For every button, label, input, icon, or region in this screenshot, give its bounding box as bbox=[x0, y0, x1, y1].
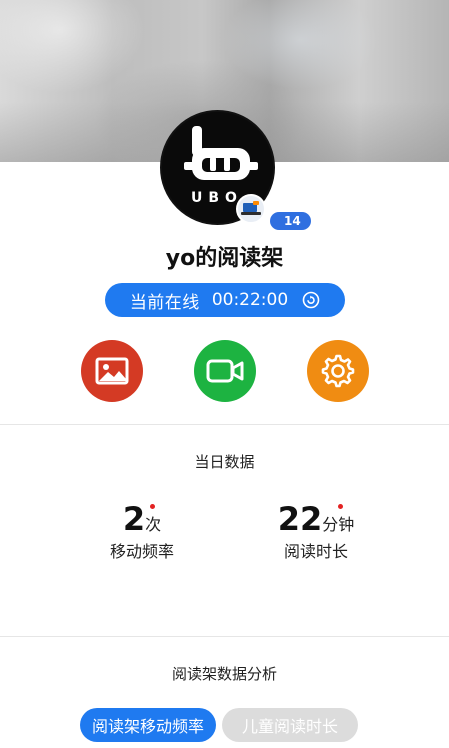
online-status-label: 当前在线 bbox=[129, 292, 200, 313]
daily-data-title: 当日数据 bbox=[194, 453, 255, 471]
gear-icon bbox=[321, 354, 355, 388]
reading-time-label: 阅读时长 bbox=[283, 542, 348, 561]
level-badge: 14 bbox=[270, 212, 311, 230]
image-icon bbox=[95, 357, 129, 385]
settings-button[interactable] bbox=[307, 340, 369, 402]
indicator-dot bbox=[149, 504, 155, 509]
divider bbox=[0, 636, 449, 637]
move-frequency-unit: 次 bbox=[145, 515, 162, 534]
reading-time-unit: 分钟 bbox=[322, 515, 355, 534]
shelf-name: yo的阅读架 bbox=[165, 246, 284, 271]
refresh-icon[interactable] bbox=[302, 291, 320, 309]
gallery-button[interactable] bbox=[81, 340, 143, 402]
tab-reading-time[interactable]: 儿童阅读时长 bbox=[222, 708, 358, 742]
move-frequency-stat: 2次 移动频率 bbox=[72, 500, 212, 562]
indicator-dot bbox=[337, 504, 343, 509]
move-frequency-label: 移动频率 bbox=[109, 542, 174, 561]
analysis-title: 阅读架数据分析 bbox=[171, 665, 277, 683]
divider bbox=[0, 424, 449, 425]
avatar-logo-text: UBO bbox=[191, 190, 243, 206]
video-button[interactable] bbox=[194, 340, 256, 402]
reading-time-value: 22 bbox=[277, 500, 323, 538]
analysis-tabs: 阅读架移动频率 儿童阅读时长 bbox=[0, 708, 449, 742]
online-time: 00:22:00 bbox=[211, 290, 289, 310]
profile-page: UBO 14 yo的阅读架 当前在线 00:22:00 当日数据 2次 移动频率… bbox=[0, 0, 449, 748]
reading-time-stat: 22分钟 阅读时长 bbox=[246, 500, 386, 562]
video-camera-icon bbox=[206, 359, 244, 383]
move-frequency-value: 2 bbox=[122, 500, 146, 538]
device-badge-icon bbox=[236, 194, 266, 224]
online-status-button[interactable]: 当前在线 00:22:00 bbox=[105, 283, 345, 317]
tab-move-frequency[interactable]: 阅读架移动频率 bbox=[80, 708, 216, 742]
